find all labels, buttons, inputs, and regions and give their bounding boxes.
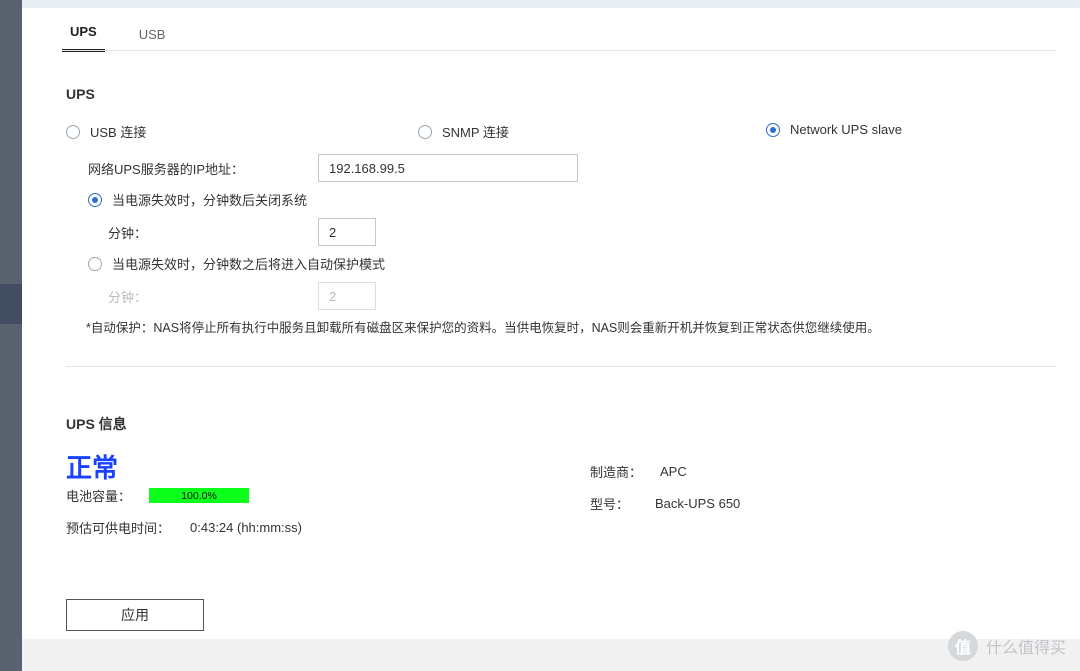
manufacturer-value: APC (660, 464, 687, 479)
ip-address-row: 网络UPS服务器的IP地址： (88, 154, 578, 182)
shutdown-minutes-row: 分钟： (108, 218, 376, 246)
radio-snmp-connection[interactable]: SNMP 连接 (418, 122, 509, 141)
tab-underline (62, 50, 1056, 51)
left-sidebar-strip (0, 0, 22, 671)
top-bar-strip (22, 0, 1080, 8)
battery-label: 电池容量： (66, 486, 131, 505)
left-sidebar-highlight (0, 284, 22, 324)
radio-usb-connection[interactable]: USB 连接 (66, 122, 146, 141)
apply-button[interactable]: 应用 (66, 599, 204, 631)
runtime-row: 预估可供电时间： 0:43:24 (hh:mm:ss) (66, 518, 302, 537)
manufacturer-row: 制造商： APC (590, 462, 687, 481)
radio-shutdown-after-minutes[interactable]: 当电源失效时，分钟数后关闭系统 (88, 190, 307, 209)
auto-protect-minutes-row: 分钟： (108, 282, 376, 310)
battery-bar: 100.0% (149, 488, 249, 503)
radio-label: SNMP 连接 (442, 122, 509, 141)
radio-icon (88, 257, 102, 271)
manufacturer-label: 制造商： (590, 462, 642, 481)
bottom-bar (22, 639, 1080, 671)
separator (66, 366, 1056, 367)
model-value: Back-UPS 650 (655, 496, 740, 511)
radio-icon (66, 125, 80, 139)
radio-label: Network UPS slave (790, 122, 902, 137)
radio-label: 当电源失效时，分钟数后关闭系统 (112, 190, 307, 209)
apply-button-label: 应用 (121, 605, 149, 625)
model-label: 型号： (590, 494, 629, 513)
radio-icon (88, 193, 102, 207)
radio-icon (418, 125, 432, 139)
radio-label: USB 连接 (90, 122, 146, 141)
auto-protect-note: *自动保护：NAS将停止所有执行中服务且卸载所有磁盘区来保护您的资料。当供电恢复… (86, 317, 880, 336)
auto-protect-minutes-input (318, 282, 376, 310)
runtime-value: 0:43:24 (hh:mm:ss) (190, 520, 302, 535)
model-row: 型号： Back-UPS 650 (590, 494, 740, 513)
radio-label: 当电源失效时，分钟数之后将进入自动保护模式 (112, 254, 385, 273)
tab-bar: UPS USB (62, 16, 173, 52)
section-title-ups: UPS (66, 86, 95, 102)
ip-address-label: 网络UPS服务器的IP地址： (88, 159, 318, 178)
ip-address-input[interactable] (318, 154, 578, 182)
battery-percent: 100.0% (181, 490, 217, 502)
main-panel: UPS USB UPS USB 连接 SNMP 连接 Network UPS s… (22, 8, 1080, 639)
radio-icon (766, 123, 780, 137)
battery-capacity-row: 电池容量： 100.0% (66, 486, 249, 505)
radio-network-ups-slave[interactable]: Network UPS slave (766, 122, 902, 137)
tab-usb[interactable]: USB (131, 19, 174, 52)
shutdown-minutes-input[interactable] (318, 218, 376, 246)
runtime-label: 预估可供电时间： (66, 518, 170, 537)
minutes-label-disabled: 分钟： (108, 287, 318, 306)
tab-ups[interactable]: UPS (62, 16, 105, 52)
radio-auto-protect-after-minutes[interactable]: 当电源失效时，分钟数之后将进入自动保护模式 (88, 254, 385, 273)
minutes-label: 分钟： (108, 223, 318, 242)
ups-info-title: UPS 信息 (66, 414, 127, 434)
ups-status: 正常 (66, 448, 118, 485)
